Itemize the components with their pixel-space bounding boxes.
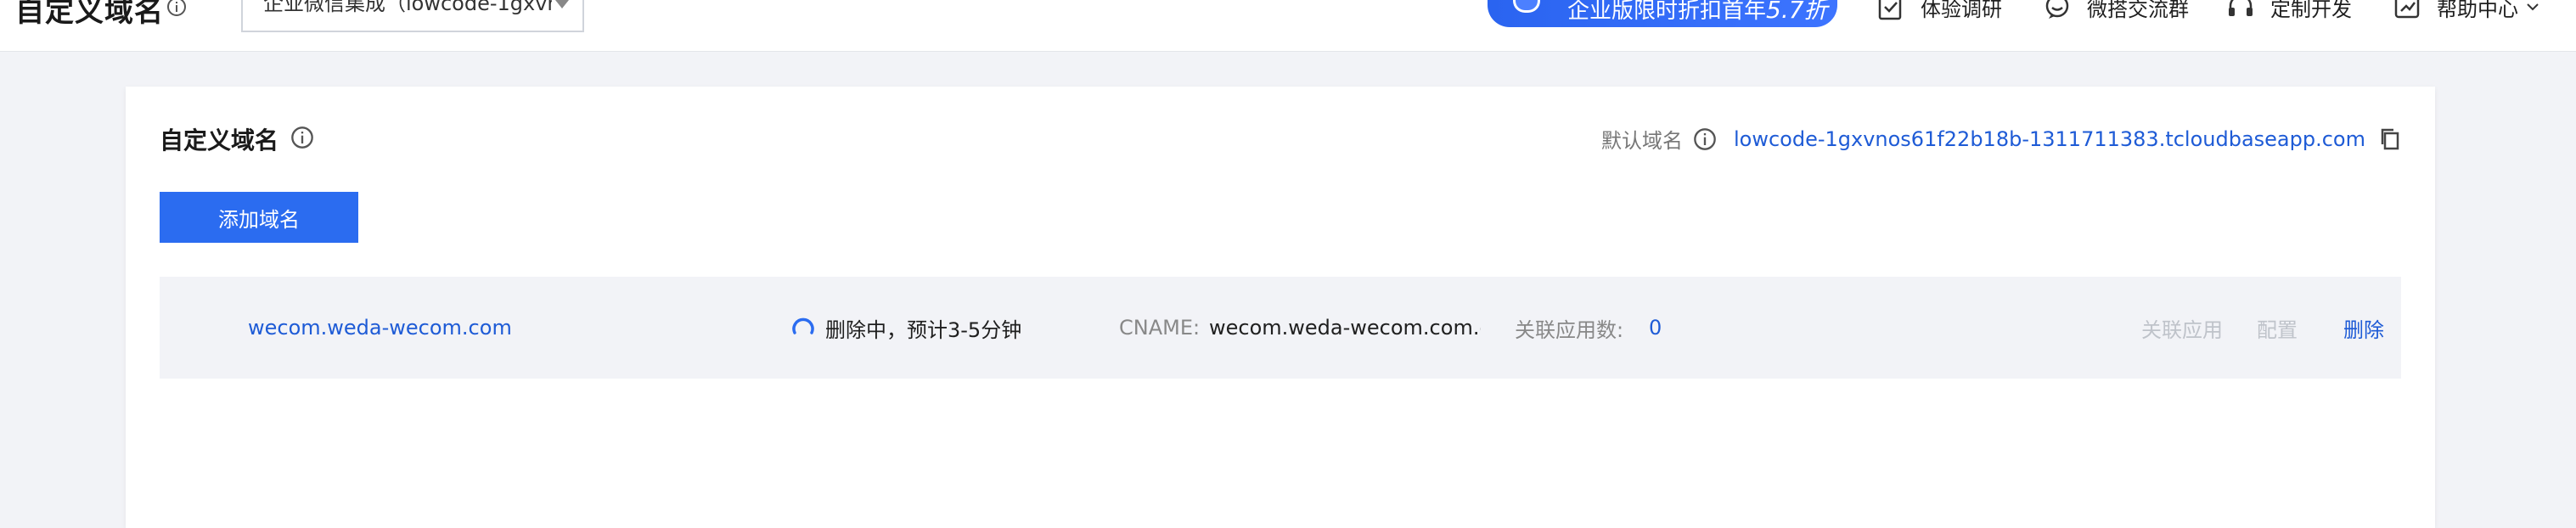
domain-status: 删除中，预计3-5分钟: [790, 277, 1021, 379]
nav-custom-dev[interactable]: 定制开发: [2226, 0, 2352, 24]
promo-text: 企业版限时折扣首年: [1567, 0, 1767, 24]
add-domain-button[interactable]: 添加域名: [160, 192, 358, 243]
domain-name[interactable]: wecom.weda-wecom.com: [248, 277, 512, 379]
survey-icon: [1878, 0, 1902, 20]
help-icon: [2394, 0, 2420, 19]
promo-discount: 5.7折: [1766, 0, 1828, 24]
default-domain: 默认域名 lowcode-1gxvnos61f22b18b-1311711383…: [1601, 124, 2401, 154]
default-domain-label: 默认域名: [1600, 129, 1683, 153]
card-title: 自定义域名: [160, 126, 279, 154]
domain-row: wecom.weda-wecom.com 删除中，预计3-5分钟 CNAME: …: [160, 277, 2401, 379]
nav-community[interactable]: 微搭交流群: [2043, 0, 2189, 24]
copy-icon[interactable]: [2379, 127, 2401, 151]
nav-community-label: 微搭交流群: [2087, 0, 2189, 21]
nav-help-center-label: 帮助中心: [2437, 0, 2518, 21]
environment-select[interactable]: 企业微信集成（lowcode-1gxvnos61f22b18b: [241, 0, 584, 32]
associated-apps-count[interactable]: 0: [1649, 277, 1662, 379]
info-icon[interactable]: [166, 0, 187, 17]
top-header: 自定义域名 企业微信集成（lowcode-1gxvnos61f22b18b 企业…: [0, 0, 2576, 52]
associate-app-button[interactable]: 关联应用: [2141, 277, 2223, 379]
chat-icon: [2045, 0, 2069, 19]
default-domain-link[interactable]: lowcode-1gxvnos61f22b18b-1311711383.tclo…: [1734, 127, 2365, 151]
promo-banner[interactable]: 企业版限时折扣首年5.7折: [1488, 0, 1837, 27]
cname-label: CNAME:: [1119, 316, 1201, 340]
cname-value: wecom.weda-wecom.com.cdn.dnsv1.com: [1209, 316, 1481, 340]
toggle-knob-icon: [1513, 0, 1540, 13]
nav-custom-dev-label: 定制开发: [2270, 0, 2352, 21]
headset-icon: [2229, 0, 2253, 16]
nav-help-center[interactable]: 帮助中心: [2393, 0, 2540, 24]
chevron-down-icon: [555, 0, 569, 8]
info-icon[interactable]: [290, 126, 314, 149]
associated-apps-label: 关联应用数:: [1515, 317, 1624, 342]
info-icon[interactable]: [1693, 127, 1717, 151]
nav-survey[interactable]: 体验调研: [1876, 0, 2002, 24]
delete-button[interactable]: 删除: [2343, 277, 2384, 379]
page-title: 自定义域名: [15, 0, 164, 29]
configure-button[interactable]: 配置: [2257, 277, 2298, 379]
custom-domain-card: 自定义域名 默认域名 lowcode-1gxvnos61f22b18b-1311…: [126, 87, 2435, 528]
environment-select-value: 企业微信集成（lowcode-1gxvnos61f22b18b: [263, 0, 552, 15]
loading-spinner-icon: [792, 317, 814, 334]
domain-status-text: 删除中，预计3-5分钟: [825, 317, 1022, 342]
chevron-down-icon: [2527, 3, 2539, 11]
nav-survey-label: 体验调研: [1921, 0, 2002, 21]
